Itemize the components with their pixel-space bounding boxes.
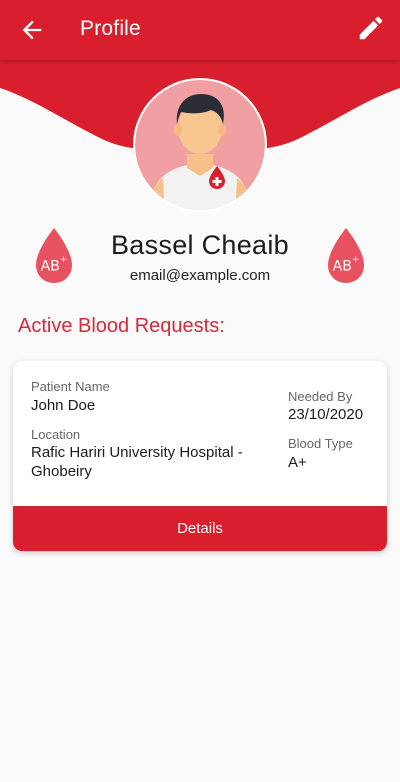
back-button[interactable] <box>18 16 46 44</box>
blood-request-card: Patient Name John Doe Location Rafic Har… <box>13 361 387 551</box>
section-title: Active Blood Requests: <box>18 315 225 337</box>
location-label: Location <box>31 427 81 442</box>
profile-email: email@example.com <box>129 267 271 284</box>
edit-profile-button[interactable] <box>356 13 386 43</box>
app-bar: Profile <box>0 0 400 60</box>
needed-by-label: Needed By <box>288 389 353 404</box>
details-button[interactable]: Details <box>13 506 387 551</box>
profile-screen: Profile AB+ AB+ Bassel Cheaib email@exam… <box>0 0 400 782</box>
blood-type-value: A+ <box>288 454 307 471</box>
arrow-left-icon <box>22 20 42 40</box>
blood-type-label: Blood Type <box>288 436 353 451</box>
profile-name: Bassel Cheaib <box>110 230 289 260</box>
patient-name-value: John Doe <box>31 397 96 414</box>
location-value: Rafic Hariri University Hospital - Ghobe… <box>31 444 243 480</box>
pencil-icon <box>359 16 383 40</box>
user-avatar-icon <box>135 80 265 210</box>
avatar <box>133 78 267 212</box>
page-title: Profile <box>80 17 141 40</box>
needed-by-value: 23/10/2020 <box>288 406 364 423</box>
patient-name-label: Patient Name <box>31 379 110 394</box>
